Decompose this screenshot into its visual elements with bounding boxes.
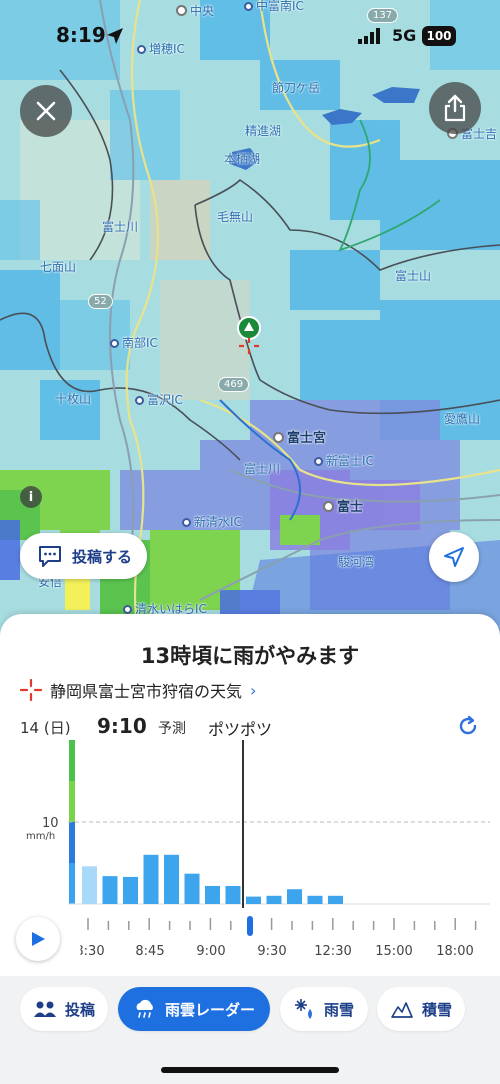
route-shield: 469 [218, 377, 250, 392]
tab-rain-radar-label: 雨雲レーダー [164, 1000, 255, 1019]
precipitation-bar [287, 889, 302, 904]
forecast-mode: 予測 [158, 721, 186, 737]
tab-snow-cover-label: 積雪 [421, 1000, 452, 1019]
y-tick-label: 10 [42, 816, 59, 831]
share-icon [444, 94, 466, 122]
location-pin-icon [237, 316, 261, 354]
precipitation-bar [102, 876, 118, 904]
timeline-label: 9:30 [257, 944, 287, 959]
place-fuji: 富士 [323, 496, 363, 515]
snow-rain-icon [294, 998, 316, 1020]
tab-snow-cover[interactable]: 積雪 [377, 987, 465, 1031]
location-link[interactable]: 静岡県富士宮市狩宿の天気 › [20, 678, 256, 702]
precipitation-bar [246, 896, 261, 904]
forecast-time: 9:10 [97, 714, 147, 738]
current-location-button[interactable] [429, 532, 479, 582]
legend-segment [69, 740, 75, 781]
home-indicator [161, 1067, 339, 1073]
forecast-date: 14 (日) [20, 719, 71, 737]
rain-forecast-headline: 13時頃に雨がやみます [140, 644, 360, 668]
network-type: 5G [392, 26, 417, 45]
timeline-label: 8:45 [135, 944, 165, 959]
place-fujikawa-2: 富士川 [244, 462, 281, 476]
timeline-label: 12:30 [314, 944, 352, 959]
timeline-label: 8:30 [75, 944, 105, 959]
info-icon: i [28, 489, 34, 505]
place-suruga-wan: 駿河湾 [338, 555, 375, 569]
legend-segment [69, 781, 75, 822]
precipitation-bar [266, 895, 282, 904]
tab-posts[interactable]: 投稿 [20, 987, 108, 1031]
status-time: 8:19 [56, 23, 106, 47]
timeline-label: 15:00 [375, 944, 413, 959]
navigation-arrow-icon [444, 547, 464, 567]
play-icon [32, 932, 45, 946]
place-sesuji-ga-take: 節刀ケ岳 [272, 81, 321, 95]
route-shield: 52 [88, 294, 113, 309]
precipitation-bar [205, 885, 220, 904]
time-slider[interactable] [70, 910, 490, 940]
post-speech-icon [39, 546, 61, 567]
people-icon [33, 1000, 57, 1018]
precipitation-bar [164, 854, 179, 904]
info-button[interactable]: i [20, 486, 42, 508]
cell-signal-icon [358, 28, 380, 44]
close-button[interactable] [20, 85, 72, 137]
precipitation-bar [307, 895, 323, 904]
tab-posts-label: 投稿 [64, 1000, 95, 1019]
place-jumaiyama: 十枚山 [55, 392, 92, 406]
place-shin-fuji-ic: 新富士IC [314, 452, 374, 469]
precipitation-bar [328, 895, 343, 904]
status-bar: 8:19 5G 100 [0, 0, 500, 70]
precipitation-bar [143, 854, 159, 904]
post-button-label: 投稿する [72, 547, 133, 566]
place-fujisawa-ic: 富沢IC [135, 391, 183, 408]
timeline-label: 9:00 [196, 944, 226, 959]
location-name: 静岡県富士宮市狩宿の天気 [50, 682, 243, 701]
play-button[interactable] [16, 917, 60, 961]
tab-rain-radar[interactable]: 雨雲レーダー [118, 987, 270, 1031]
time-slider-handle[interactable] [247, 916, 253, 936]
precipitation-bar [225, 885, 241, 904]
weather-sheet: 13時頃に雨がやみます 静岡県富士宮市狩宿の天気 › 14 (日) 9:10 予… [0, 614, 500, 1084]
place-fujikawa: 富士川 [102, 220, 139, 234]
radar-map[interactable]: 中央 中富南IC 増穂IC 節刀ケ岳 精進湖 本栖湖 毛無山 富士川 七面山 富… [0, 0, 500, 640]
tab-snow-rain[interactable]: 雨雪 [280, 987, 368, 1031]
place-fujinomiya: 富士宮 [273, 427, 326, 446]
chart-bars [82, 854, 343, 904]
legend-segment [69, 863, 75, 904]
precipitation-bar [82, 866, 97, 904]
battery-icon: 100 [422, 26, 456, 46]
location-services-icon [107, 28, 123, 44]
snow-pile-icon [390, 999, 414, 1019]
place-shoji-ko: 精進湖 [245, 124, 282, 138]
place-nanbu-ic: 南部IC [110, 334, 158, 351]
close-icon [36, 101, 56, 121]
legend-segment [69, 822, 75, 863]
place-ashitaka-yama: 愛鷹山 [444, 412, 481, 426]
rain-cloud-icon [133, 999, 157, 1019]
place-motosu-ko: 本栖湖 [224, 152, 261, 166]
chevron-right-icon: › [250, 680, 257, 700]
tab-snow-rain-label: 雨雪 [323, 1000, 354, 1019]
place-fuji-san: 富士山 [395, 269, 432, 283]
timeline-label: 18:00 [436, 944, 474, 959]
y-unit-label: mm/h [26, 831, 55, 842]
crosshair-icon [20, 679, 42, 701]
precipitation-chart: 10 mm/h [26, 740, 490, 908]
place-shichimen-zan: 七面山 [40, 260, 77, 274]
precipitation-bar [184, 873, 200, 904]
post-button[interactable]: 投稿する [20, 533, 147, 579]
precipitation-bar [123, 876, 138, 904]
time-slider-ticks [87, 918, 477, 930]
refresh-icon[interactable] [456, 714, 480, 738]
place-kenashi-yama: 毛無山 [217, 210, 254, 224]
share-button[interactable] [429, 82, 481, 134]
place-shin-shimizu-ic: 新清水IC [182, 513, 242, 530]
forecast-time-row: 14 (日) 9:10 予測 ポツポツ [20, 714, 490, 740]
rain-description: ポツポツ [208, 720, 273, 739]
